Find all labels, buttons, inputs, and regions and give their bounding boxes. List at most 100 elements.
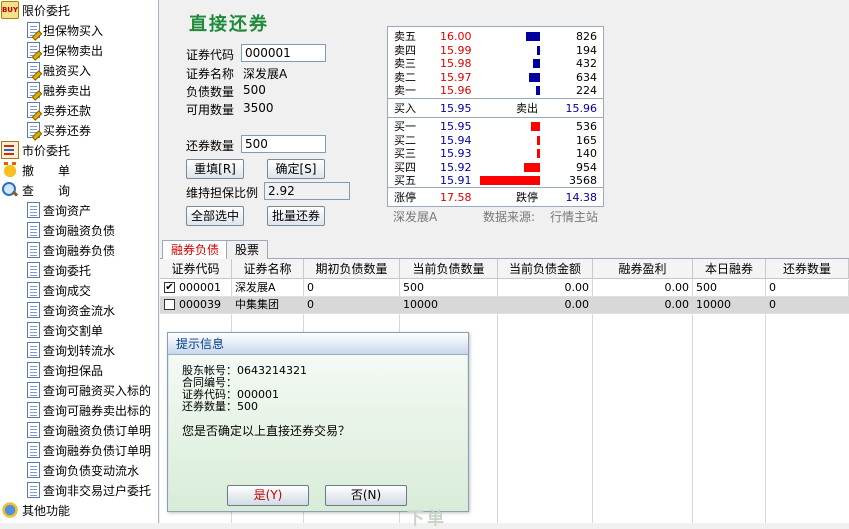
select-all-button[interactable]: 全部选中 — [186, 206, 244, 226]
source-label: 数据来源: — [483, 210, 536, 224]
row-checkbox[interactable] — [164, 299, 175, 310]
volume-bar — [524, 162, 540, 172]
sidebar-item-label: 撤 单 — [22, 163, 71, 178]
dialog-body: 股东帐号：0643214321 合同编号： 证券代码：000001 还券数量：5… — [169, 355, 467, 529]
tab-short-debt[interactable]: 融券负债 — [162, 240, 229, 260]
doc-icon — [27, 422, 40, 438]
sidebar-item-label: 查询成交 — [43, 283, 92, 298]
sidebar-item[interactable]: BUY 限价委托 — [1, 0, 70, 20]
table-cell: 500 — [400, 280, 498, 296]
refill-button[interactable]: 重填[R] — [186, 159, 244, 179]
sidebar-item[interactable]: 担保物买入 — [25, 20, 103, 40]
avail-label: 可用数量 — [186, 103, 235, 117]
column-header[interactable]: 还券数量 — [766, 259, 849, 279]
sidebar-item[interactable]: 担保物卖出 — [25, 40, 103, 60]
sidebar-item-label: 担保物卖出 — [43, 43, 104, 58]
sidebar-item-label: 查询担保品 — [43, 363, 104, 378]
sidebar-item-label: 查询融券负债 — [43, 243, 116, 258]
sidebar-item[interactable]: 查询可融资买入标的 — [25, 380, 151, 400]
table-row[interactable]: 000039 中集集团 0 10000 0.00 0.00 10000 0 — [160, 297, 849, 314]
column-header[interactable]: 当前负债数量 — [400, 259, 498, 279]
sidebar-item[interactable]: 其他功能 — [1, 500, 70, 520]
column-header[interactable]: 期初负债数量 — [304, 259, 400, 279]
sidebar-item-label: 买券还券 — [43, 123, 92, 138]
sidebar-item[interactable]: 买券还券 — [25, 120, 91, 140]
code-input[interactable] — [241, 44, 326, 62]
sidebar-item[interactable]: 市价委托 — [1, 140, 70, 160]
dialog-title: 提示信息 — [168, 333, 468, 355]
column-header[interactable]: 融券盈利 — [593, 259, 693, 279]
sidebar-item-label: 查 询 — [22, 183, 71, 198]
sidebar-item[interactable]: 查询融资负债 — [25, 220, 115, 240]
quote-volume: 634 — [576, 70, 597, 84]
tab-stocks[interactable]: 股票 — [226, 240, 269, 259]
volume-bar — [537, 149, 540, 158]
quote-price: 15.98 — [440, 57, 472, 70]
sidebar-item[interactable]: 融券卖出 — [25, 80, 91, 100]
sidebar-item[interactable]: 查询融资负债订单明 — [25, 420, 151, 440]
batch-repay-button[interactable]: 批量还券 — [267, 206, 325, 226]
quote-row: 买五 15.91 3568 — [388, 174, 603, 187]
sidebar-item[interactable]: 融资买入 — [25, 60, 91, 80]
sidebar-item[interactable]: 查询资产 — [25, 200, 91, 220]
sidebar-item[interactable]: 撤 单 — [1, 160, 70, 180]
debt-value: 500 — [243, 83, 266, 97]
ask-label: 卖出 — [516, 102, 538, 115]
row-checkbox[interactable]: ✔ — [164, 282, 175, 293]
sidebar-item[interactable]: 查询委托 — [25, 260, 91, 280]
column-header[interactable]: 本日融券 — [693, 259, 766, 279]
quote-row: 卖三 15.98 432 — [388, 57, 603, 70]
confirm-button[interactable]: 确定[S] — [267, 159, 325, 179]
limit-down-label: 跌停 — [516, 191, 538, 204]
sidebar-item-label: 查询交割单 — [43, 323, 104, 338]
edit-doc-icon — [27, 122, 40, 138]
sidebar-item[interactable]: 查询成交 — [25, 280, 91, 300]
volume-bar — [480, 176, 540, 185]
sidebar-item[interactable]: 查询资金流水 — [25, 300, 115, 320]
sidebar-item[interactable]: 查询担保品 — [25, 360, 103, 380]
doc-icon — [27, 202, 40, 218]
sidebar-item[interactable]: 查询非交易过户委托 — [25, 480, 151, 500]
yes-button[interactable]: 是(Y) — [227, 485, 309, 506]
page-title: 直接还券 — [189, 14, 269, 35]
column-header[interactable]: 证券名称 — [232, 259, 304, 279]
confirm-dialog: 提示信息 股东帐号：0643214321 合同编号： 证券代码：000001 还… — [167, 332, 469, 529]
doc-icon — [27, 342, 40, 358]
quote-level-name: 卖三 — [394, 57, 416, 70]
quote-level-name: 买四 — [394, 160, 416, 174]
quote-row: 卖四 15.99 194 — [388, 44, 603, 57]
quote-volume: 432 — [576, 57, 597, 70]
grid-line — [592, 279, 593, 523]
dialog-quantity-line: 还券数量：500 — [182, 400, 258, 413]
repay-quantity-input[interactable] — [241, 135, 326, 153]
limit-up-price: 17.58 — [440, 191, 472, 204]
table-cell: 深发展A — [232, 280, 304, 296]
table-row[interactable]: ✔ 000001 深发展A 0 500 0.00 0.00 500 0 — [160, 280, 849, 297]
bid-ask-row: 买入 15.95 卖出 15.96 — [388, 102, 603, 115]
search-icon — [1, 181, 19, 199]
sidebar-item[interactable]: 查询划转流水 — [25, 340, 115, 360]
doc-icon — [27, 462, 40, 478]
quote-row: 卖二 15.97 634 — [388, 71, 603, 84]
sidebar-item[interactable]: 查 询 — [1, 180, 70, 200]
sidebar-item[interactable]: 查询融券负债订单明 — [25, 440, 151, 460]
quote-divider — [388, 98, 603, 99]
volume-bar — [529, 72, 540, 82]
sidebar-item[interactable]: 查询交割单 — [25, 320, 103, 340]
doc-icon — [27, 222, 40, 238]
quote-row: 卖一 15.96 224 — [388, 84, 603, 97]
sidebar-item[interactable]: 卖券还款 — [25, 100, 91, 120]
quote-level-name: 买五 — [394, 174, 416, 187]
no-button[interactable]: 否(N) — [325, 485, 407, 506]
sidebar-item[interactable]: 查询融券负债 — [25, 240, 115, 260]
quote-price: 15.93 — [440, 147, 472, 160]
edit-doc-icon — [27, 62, 40, 78]
sidebar-item-label: 卖券还款 — [43, 103, 92, 118]
edit-doc-icon — [27, 82, 40, 98]
ratio-label: 维持担保比例 — [186, 186, 259, 200]
sidebar-item[interactable]: 查询可融券卖出标的 — [25, 400, 151, 420]
debt-label: 负债数量 — [186, 85, 235, 99]
column-header[interactable]: 证券代码 — [160, 259, 232, 279]
column-header[interactable]: 当前负债金额 — [498, 259, 593, 279]
sidebar-item[interactable]: 查询负债变动流水 — [25, 460, 139, 480]
